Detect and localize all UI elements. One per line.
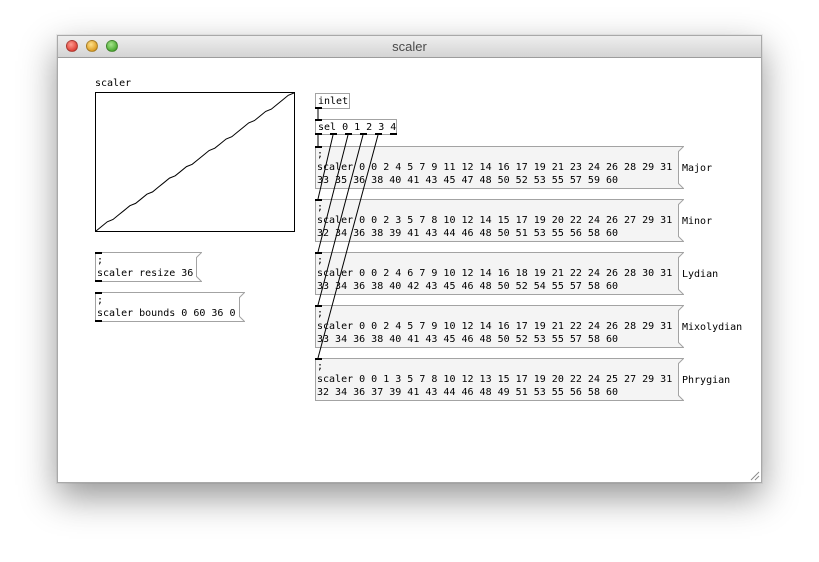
scale-name-phrygian: Phrygian — [682, 375, 731, 386]
message-line-scaler: scaler 0 0 1 3 5 7 8 10 12 13 15 17 19 2… — [317, 374, 673, 385]
message-line-semicolon: ; — [317, 308, 324, 319]
message-line-values: 33 35 36 38 40 41 43 45 47 48 50 52 53 5… — [317, 175, 619, 186]
title-bar[interactable]: scaler — [58, 36, 761, 58]
scale-name-lydian: Lydian — [682, 269, 719, 280]
message-line-values: 33 34 36 38 40 42 43 45 46 48 50 52 54 5… — [317, 281, 619, 292]
scale-message-mixolydian[interactable]: ; scaler 0 0 2 4 5 7 9 10 12 14 16 17 19… — [315, 305, 684, 348]
inlet-object[interactable]: inlet — [315, 93, 350, 109]
inlet-object-text: inlet — [318, 96, 349, 107]
outlet-port[interactable] — [95, 320, 102, 322]
resize-message[interactable]: ; scaler resize 36 — [95, 252, 202, 282]
message-line-values: 32 34 36 37 39 41 43 44 46 48 49 51 53 5… — [317, 387, 619, 398]
message-line-scaler: scaler 0 0 2 3 5 7 8 10 12 14 15 17 19 2… — [317, 215, 673, 226]
scale-message-phrygian[interactable]: ; scaler 0 0 1 3 5 7 8 10 12 13 15 17 19… — [315, 358, 684, 401]
message-line-values: 32 34 36 38 39 41 43 44 46 48 50 51 53 5… — [317, 228, 619, 239]
message-line-values: 33 34 36 38 40 41 43 45 46 48 50 52 53 5… — [317, 334, 619, 345]
message-line-scaler: scaler 0 0 2 4 6 7 9 10 12 14 16 18 19 2… — [317, 268, 673, 279]
message-line-semicolon: ; — [97, 295, 104, 306]
outlet-port[interactable] — [95, 280, 102, 282]
scale-name-mixolydian: Mixolydian — [682, 322, 743, 333]
scale-message-minor[interactable]: ; scaler 0 0 2 3 5 7 8 10 12 14 15 17 19… — [315, 199, 684, 242]
message-line-semicolon: ; — [317, 149, 324, 160]
array-plot — [96, 93, 294, 231]
outlet-port-5[interactable] — [390, 133, 397, 135]
scale-name-major: Major — [682, 163, 713, 174]
scale-name-minor: Minor — [682, 216, 713, 227]
outlet-port-0[interactable] — [315, 133, 322, 135]
array-graph[interactable] — [95, 92, 295, 232]
bounds-message[interactable]: ; scaler bounds 0 60 36 0 — [95, 292, 245, 322]
outlet-port-4[interactable] — [375, 133, 382, 135]
message-line-command: scaler resize 36 — [97, 268, 194, 279]
scale-message-lydian[interactable]: ; scaler 0 0 2 4 6 7 9 10 12 14 16 18 19… — [315, 252, 684, 295]
outlet-port-3[interactable] — [360, 133, 367, 135]
graph-label: scaler — [95, 78, 132, 89]
message-line-semicolon: ; — [317, 255, 324, 266]
message-line-semicolon: ; — [97, 255, 104, 266]
patch-canvas[interactable]: scaler ; scaler resize 36 ; scaler bound… — [58, 58, 761, 482]
window-title: scaler — [392, 39, 427, 54]
outlet-port-2[interactable] — [345, 133, 352, 135]
message-line-semicolon: ; — [317, 361, 324, 372]
outlet-port[interactable] — [315, 107, 322, 109]
select-object[interactable]: sel 0 1 2 3 4 — [315, 119, 397, 135]
outlet-port-1[interactable] — [330, 133, 337, 135]
array-line — [96, 93, 294, 231]
message-line-scaler: scaler 0 0 2 4 5 7 9 10 12 14 16 17 19 2… — [317, 321, 673, 332]
message-line-command: scaler bounds 0 60 36 0 — [97, 308, 236, 319]
message-line-scaler: scaler 0 0 2 4 5 7 9 11 12 14 16 17 19 2… — [317, 162, 673, 173]
scale-message-major[interactable]: ; scaler 0 0 2 4 5 7 9 11 12 14 16 17 19… — [315, 146, 684, 189]
message-line-semicolon: ; — [317, 202, 324, 213]
patch-window: scaler scaler ; scaler resize 36 ; scale… — [57, 35, 762, 483]
resize-grip-icon[interactable] — [749, 470, 760, 481]
